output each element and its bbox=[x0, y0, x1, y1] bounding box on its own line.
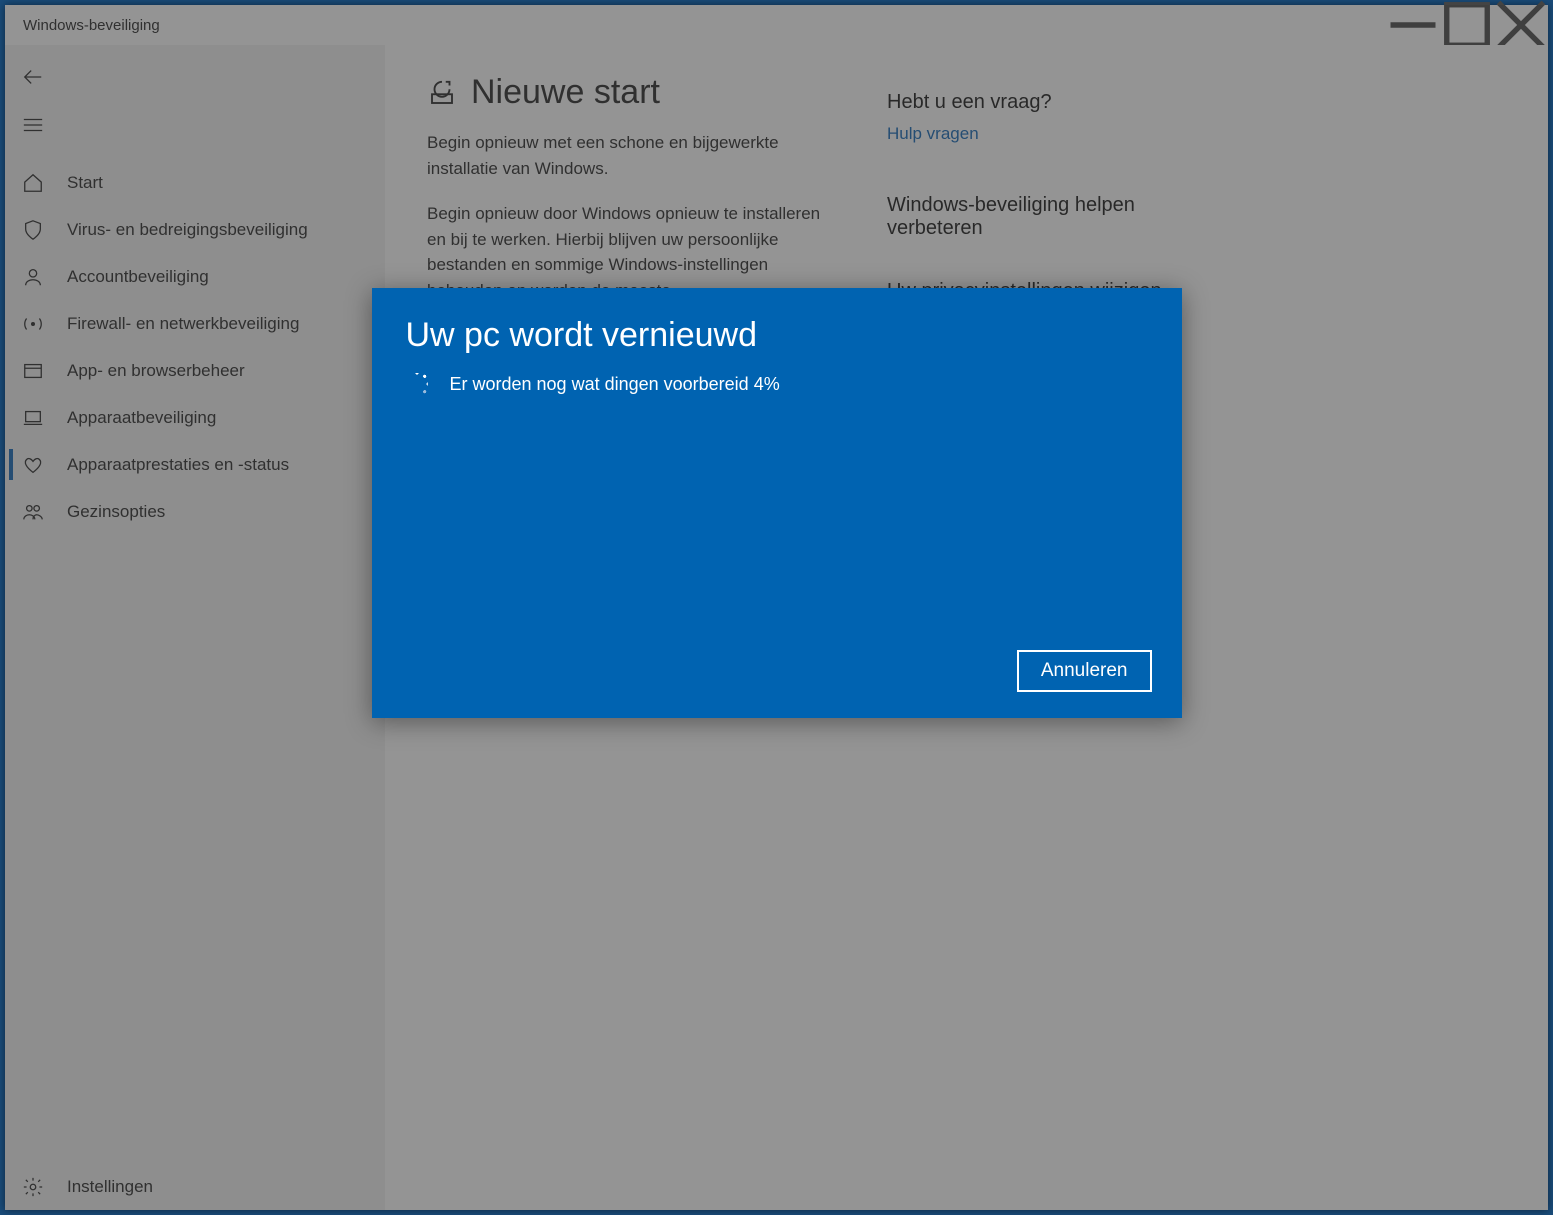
modal-overlay: Uw pc wordt vernieuwd Er worden nog wat … bbox=[5, 5, 1548, 1210]
spinner-icon bbox=[406, 373, 428, 395]
modal-title: Uw pc wordt vernieuwd bbox=[406, 316, 1148, 355]
refresh-modal: Uw pc wordt vernieuwd Er worden nog wat … bbox=[372, 288, 1182, 718]
cancel-button[interactable]: Annuleren bbox=[1017, 650, 1152, 692]
modal-message: Er worden nog wat dingen voorbereid 4% bbox=[450, 374, 780, 395]
app-window: Windows-beveiliging bbox=[5, 5, 1548, 1210]
